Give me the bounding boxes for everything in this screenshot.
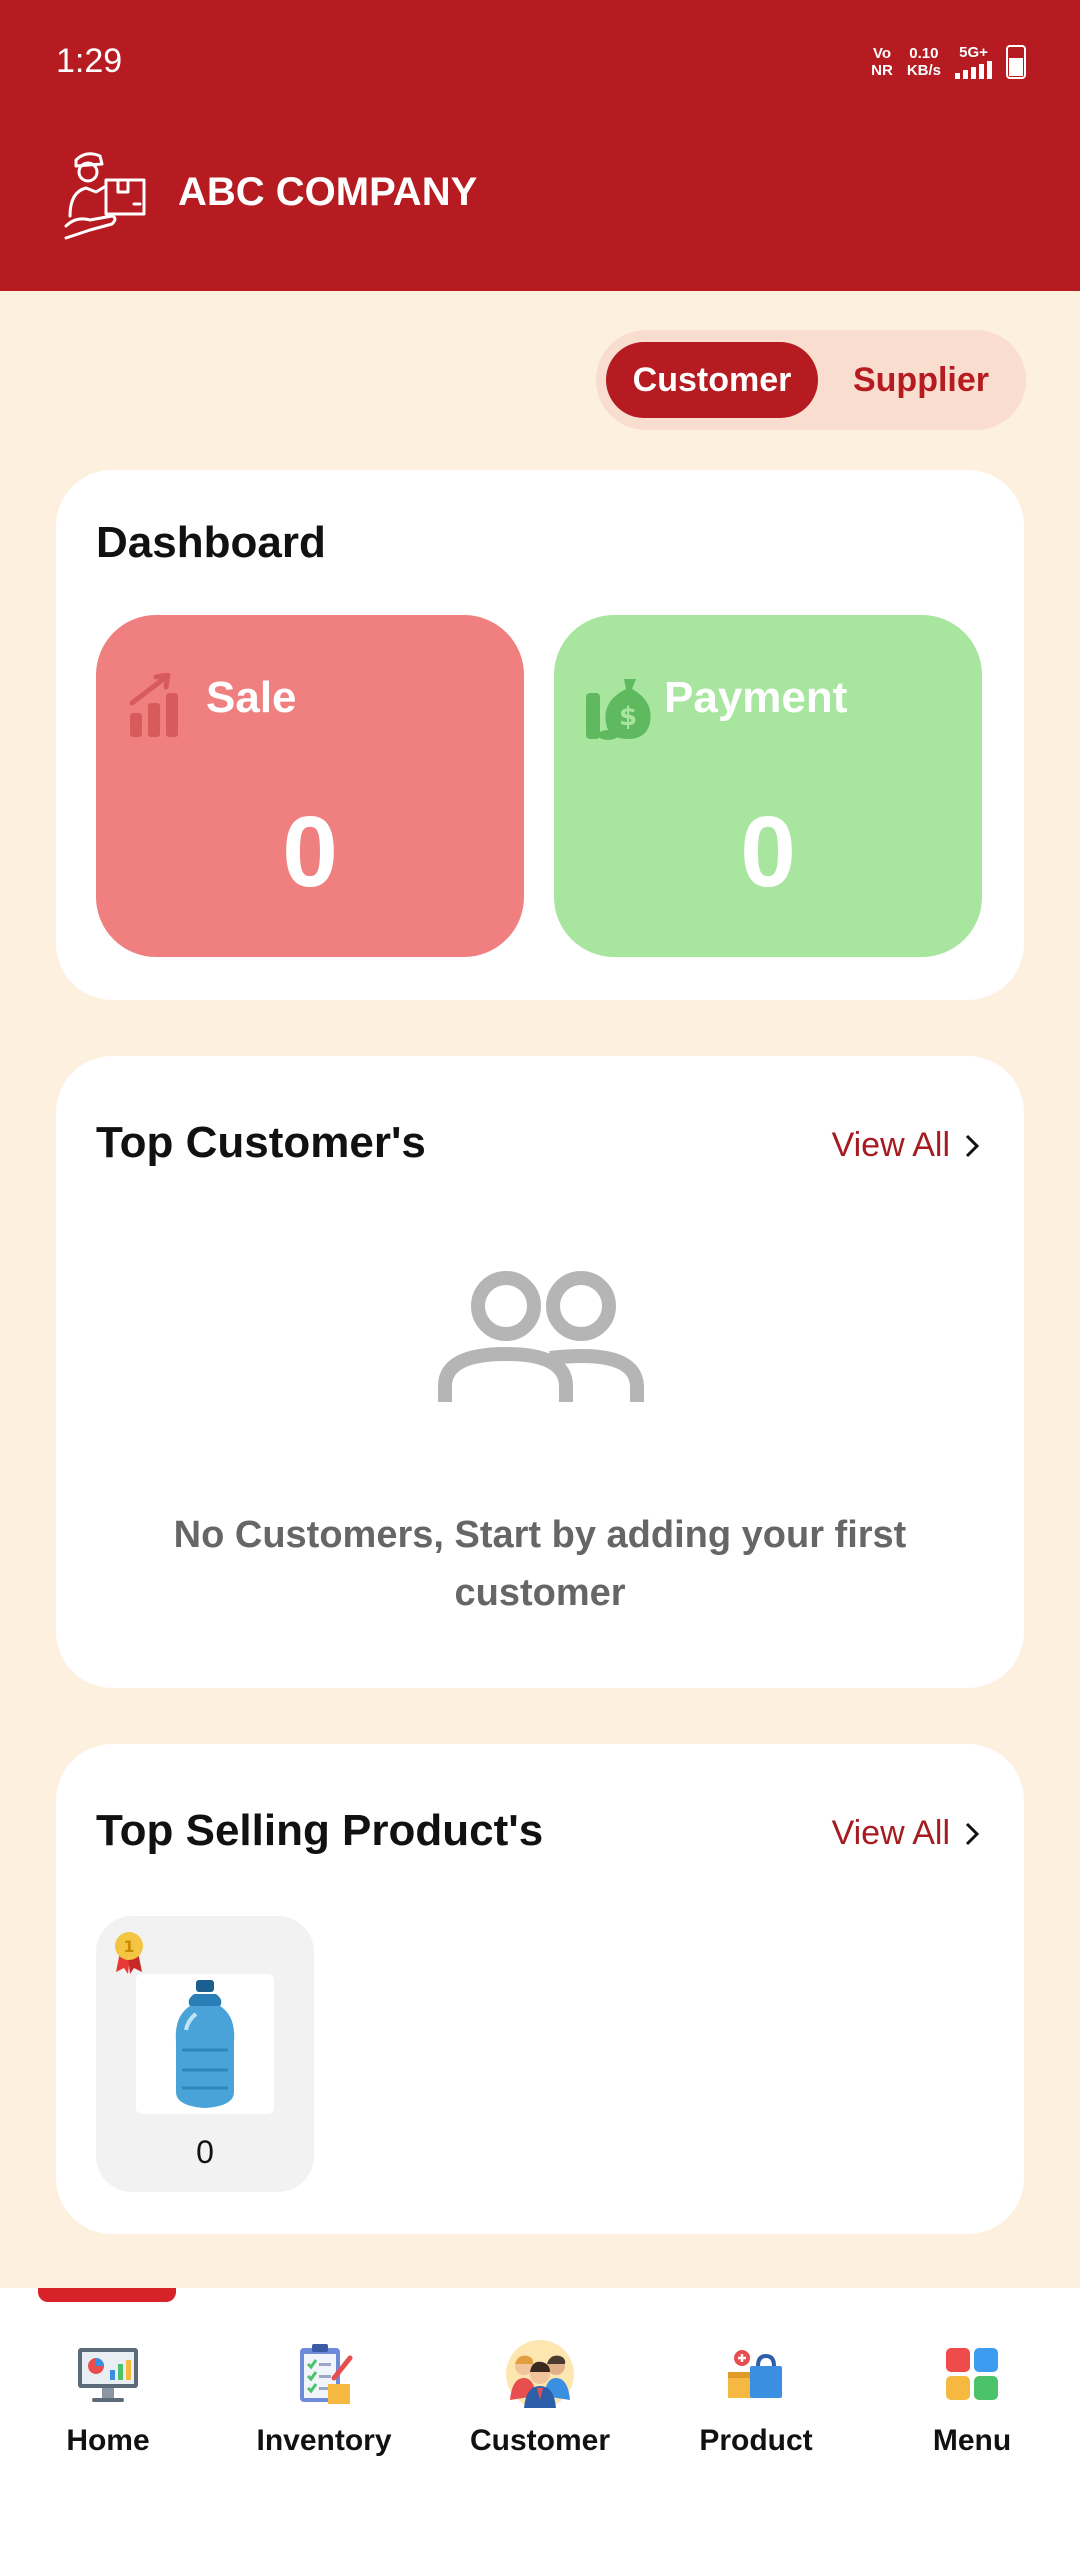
top-products-card: Top Selling Product's View All 1 0: [56, 1744, 1024, 2234]
empty-customers-message: No Customers, Start by adding your first…: [173, 1514, 907, 1614]
active-tab-indicator: [38, 2288, 176, 2302]
nav-item-home[interactable]: Home: [8, 2338, 208, 2458]
app-header: 1:29 Vo NR 0.10 KB/s 5G+ ABC COMPANY: [0, 0, 1080, 291]
grid-menu-icon: [946, 2348, 998, 2400]
signal-icon: [955, 61, 992, 79]
top-products-title: Top Selling Product's: [96, 1806, 544, 1855]
empty-customers-icon: [438, 1271, 644, 1402]
customers-view-all-link[interactable]: View All: [832, 1126, 980, 1165]
sale-tile[interactable]: Sale 0: [96, 615, 524, 957]
nav-item-customer[interactable]: Customer: [440, 2338, 640, 2458]
delivery-person-icon: [64, 152, 146, 240]
dashboard-card: Dashboard Sale 0 $ Payment 0: [56, 470, 1024, 1000]
nav-item-menu[interactable]: Menu: [872, 2338, 1072, 2458]
bar-chart-up-icon: [129, 673, 178, 737]
battery-icon: [1006, 44, 1026, 79]
network-speed: 0.10 KB/s: [906, 44, 941, 79]
customers-group-icon: [506, 2340, 574, 2408]
nav-label-menu: Menu: [932, 2424, 1012, 2457]
payment-label: Payment: [664, 673, 848, 722]
product-item[interactable]: 1 0: [96, 1916, 314, 2192]
nav-item-inventory[interactable]: Inventory: [224, 2338, 424, 2458]
clipboard-checklist-icon: [300, 2344, 353, 2404]
top-customers-title: Top Customer's: [96, 1118, 426, 1167]
payment-tile[interactable]: $ Payment 0: [554, 615, 982, 957]
rank-badge-icon: 1: [115, 1932, 143, 1974]
nav-label-product: Product: [699, 2424, 813, 2457]
volte-indicator: Vo NR: [871, 44, 893, 79]
bottom-navigation: Home Inventory Customer Product Menu: [0, 2288, 1080, 2558]
signal-block: 5G+: [955, 44, 992, 79]
customer-supplier-toggle[interactable]: Customer Supplier: [596, 330, 1026, 430]
sale-label: Sale: [206, 673, 297, 722]
top-customers-card: Top Customer's View All No Customers, St…: [56, 1056, 1024, 1688]
product-boxes-icon: [728, 2350, 782, 2398]
payment-value: 0: [740, 796, 796, 908]
svg-text:1: 1: [123, 1937, 134, 1956]
svg-text:$: $: [619, 702, 637, 732]
nav-label-home: Home: [66, 2424, 150, 2457]
customer-toggle-button[interactable]: Customer: [606, 342, 818, 418]
view-all-label: View All: [831, 1126, 950, 1164]
money-bag-icon: $: [586, 679, 651, 740]
chevron-right-icon: [965, 1822, 980, 1845]
company-name: ABC COMPANY: [178, 170, 478, 214]
nav-item-product[interactable]: Product: [656, 2338, 856, 2458]
status-icons: Vo NR 0.10 KB/s 5G+: [871, 44, 1026, 79]
view-all-label: View All: [831, 1814, 950, 1852]
status-time: 1:29: [56, 42, 123, 80]
nav-label-customer: Customer: [469, 2424, 611, 2457]
nav-label-inventory: Inventory: [256, 2424, 392, 2457]
chevron-right-icon: [965, 1134, 980, 1157]
water-bottle-icon: [175, 1980, 235, 2108]
sale-value: 0: [282, 796, 338, 908]
product-sold-count: 0: [196, 2134, 214, 2170]
dashboard-title: Dashboard: [96, 518, 326, 567]
dashboard-monitor-icon: [78, 2348, 138, 2402]
supplier-toggle-button[interactable]: Supplier: [826, 342, 1016, 418]
water-bottle-image: [136, 1974, 274, 2114]
products-view-all-link[interactable]: View All: [832, 1814, 980, 1853]
